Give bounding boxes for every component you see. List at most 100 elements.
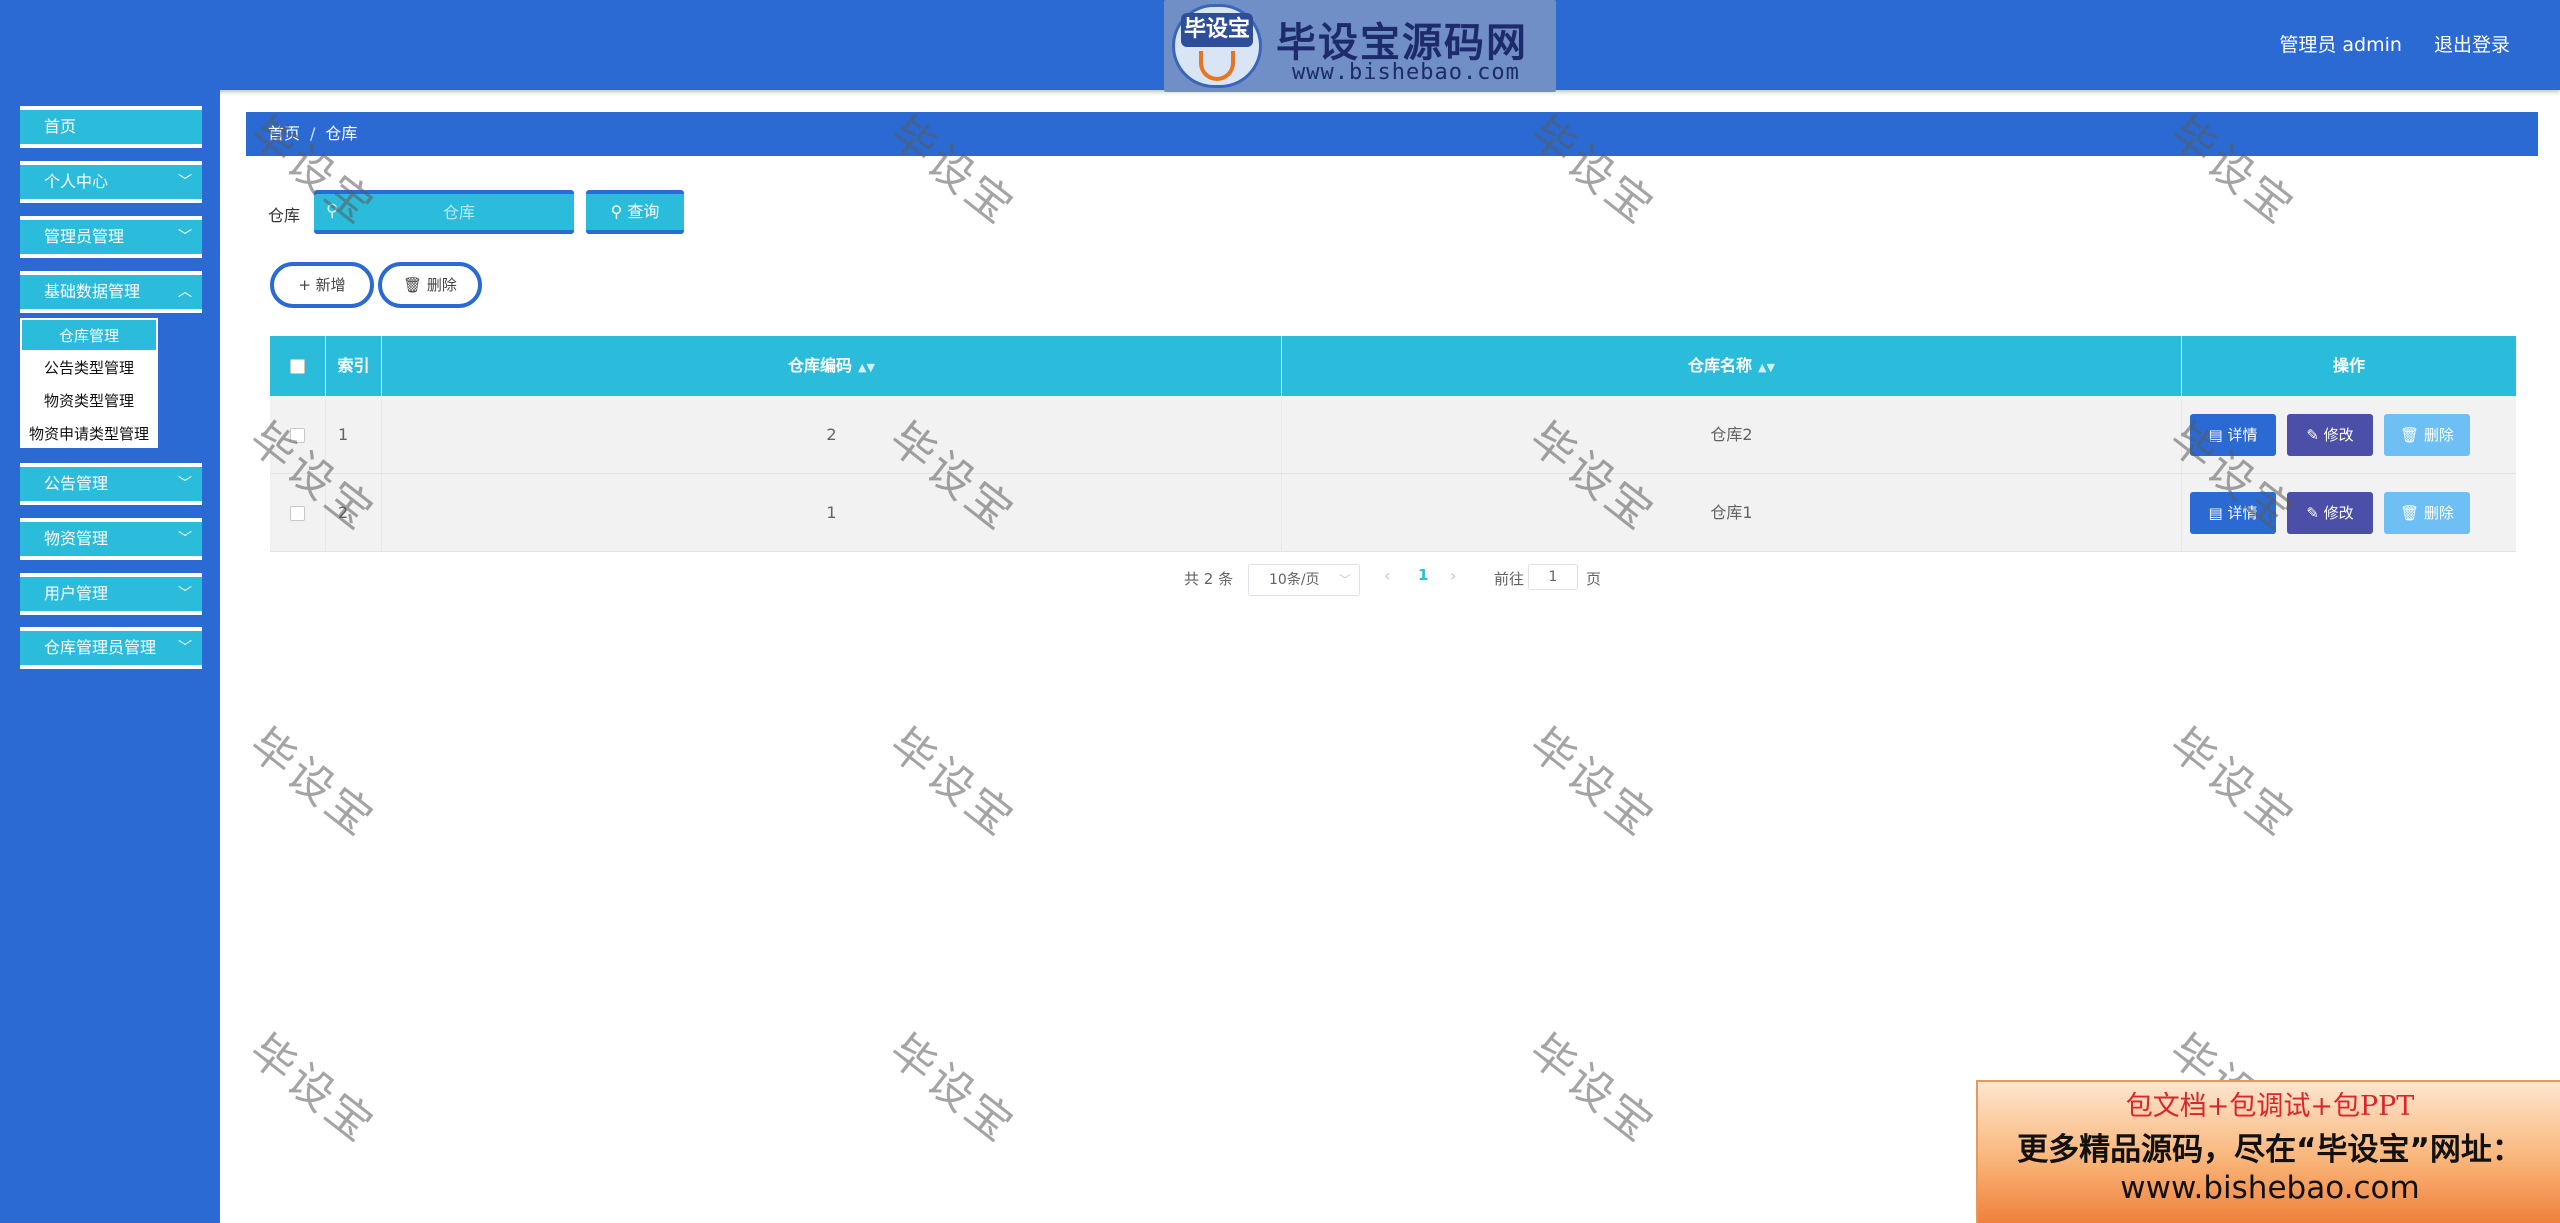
sidebar-item-notice[interactable]: 公告管理 ﹀	[20, 463, 202, 505]
submenu-item-material-apply-type[interactable]: 物资申请类型管理	[20, 418, 158, 450]
search-icon: ⚲	[326, 201, 339, 221]
sidebar-item-label: 首页	[44, 117, 77, 136]
submenu-item-material-type[interactable]: 物资类型管理	[20, 385, 158, 417]
delete-label: 删除	[2423, 426, 2454, 444]
watermark: 毕设宝	[879, 718, 1025, 848]
row-select-cell	[270, 474, 326, 552]
watermark: 毕设宝	[239, 718, 385, 848]
promo-banner: 包文档+包调试+包PPT 更多精品源码，尽在“毕设宝”网址： www.bishe…	[1976, 1080, 2560, 1223]
logout-link[interactable]: 退出登录	[2434, 34, 2510, 56]
logo-url: www.bishebao.com	[1292, 60, 1520, 85]
watermark: 毕设宝	[879, 1024, 1025, 1154]
add-button[interactable]: + 新增	[270, 262, 374, 308]
pagination-total: 共 2 条	[1184, 570, 1234, 588]
sidebar: 首页 个人中心 ﹀ 管理员管理 ﹀ 基础数据管理 ︿ 仓库管理 公告类型管理 物…	[0, 90, 220, 1223]
select-all-cell	[270, 336, 326, 396]
edit-button[interactable]: ✎ 修改	[2287, 414, 2373, 456]
page-number-current[interactable]: 1	[1418, 566, 1428, 584]
search-input[interactable]	[354, 194, 564, 230]
page-size-value: 10条/页	[1269, 572, 1320, 588]
goto-page-input[interactable]	[1528, 564, 1578, 590]
watermark: 毕设宝	[1519, 1024, 1665, 1154]
cell-actions: ▤ 详情 ✎ 修改 🗑 删除	[2182, 474, 2516, 552]
breadcrumb-home[interactable]: 首页	[268, 124, 300, 143]
submenu-item-notice-type[interactable]: 公告类型管理	[20, 352, 158, 384]
goto-suffix: 页	[1586, 570, 1602, 588]
site-logo: 毕设宝 毕设宝源码网 www.bishebao.com	[1164, 0, 1556, 92]
sidebar-item-label: 公告管理	[44, 474, 109, 493]
sort-icon[interactable]: ▲▼	[1758, 361, 1775, 374]
query-button[interactable]: ⚲ 查询	[586, 190, 684, 234]
pencil-icon: ✎	[2306, 426, 2319, 444]
sidebar-item-home[interactable]: 首页	[20, 106, 202, 148]
cell-name: 仓库2	[1282, 396, 2182, 474]
column-header-name[interactable]: 仓库名称 ▲▼	[1282, 336, 2182, 396]
sidebar-item-label: 管理员管理	[44, 227, 125, 246]
sidebar-item-label: 用户管理	[44, 584, 109, 603]
edit-button[interactable]: ✎ 修改	[2287, 492, 2373, 534]
table-row: 2 1 仓库1 ▤ 详情 ✎ 修改 🗑 删除	[270, 474, 2516, 552]
delete-button[interactable]: 🗑 删除	[2384, 414, 2470, 456]
edit-label: 修改	[2323, 504, 2354, 522]
search-field[interactable]: ⚲	[314, 190, 574, 234]
sidebar-item-warehouse-admin[interactable]: 仓库管理员管理 ﹀	[20, 627, 202, 669]
chevron-down-icon: ﹀	[1338, 573, 1351, 587]
chevron-up-icon: ︿	[178, 284, 192, 300]
current-user-label: 管理员 admin	[2279, 34, 2402, 56]
document-icon: ▤	[2208, 504, 2223, 522]
add-label: 新增	[315, 276, 346, 294]
detail-button[interactable]: ▤ 详情	[2190, 414, 2276, 456]
prev-page-icon[interactable]: ‹	[1384, 566, 1390, 585]
breadcrumb: 首页 / 仓库	[246, 112, 2538, 156]
cell-index: 1	[326, 396, 382, 474]
sidebar-item-profile[interactable]: 个人中心 ﹀	[20, 161, 202, 203]
column-header-label: 仓库名称	[1688, 356, 1753, 375]
sidebar-item-label: 仓库管理员管理	[44, 638, 157, 657]
sort-icon[interactable]: ▲▼	[858, 361, 875, 374]
sidebar-item-material[interactable]: 物资管理 ﹀	[20, 518, 202, 560]
cell-name: 仓库1	[1282, 474, 2182, 552]
chevron-down-icon: ﹀	[178, 586, 192, 602]
delete-label: 删除	[2423, 504, 2454, 522]
row-select-cell	[270, 396, 326, 474]
trash-icon: 🗑	[2400, 426, 2420, 444]
search-label: 仓库	[268, 206, 301, 225]
chevron-down-icon: ﹀	[178, 174, 192, 190]
promo-line-1: 包文档+包调试+包PPT	[2125, 1091, 2415, 1122]
select-all-checkbox[interactable]	[290, 359, 305, 374]
trash-icon: 🗑	[403, 276, 423, 294]
cell-code: 1	[382, 474, 1282, 552]
chevron-down-icon: ﹀	[178, 531, 192, 547]
pencil-icon: ✎	[2306, 504, 2319, 522]
document-icon: ▤	[2208, 426, 2223, 444]
detail-label: 详情	[2227, 504, 2258, 522]
watermark: 毕设宝	[239, 1024, 385, 1154]
delete-label: 删除	[426, 276, 457, 294]
trash-icon: 🗑	[2400, 504, 2420, 522]
row-checkbox[interactable]	[290, 428, 305, 443]
table-header: 索引 仓库编码 ▲▼ 仓库名称 ▲▼ 操作	[270, 336, 2516, 396]
top-bar: 毕设宝 毕设宝源码网 www.bishebao.com 管理员 admin 退出…	[0, 0, 2560, 92]
page-size-select[interactable]: 10条/页 ﹀	[1248, 564, 1360, 596]
submenu-base-data: 仓库管理 公告类型管理 物资类型管理 物资申请类型管理	[20, 318, 158, 448]
row-checkbox[interactable]	[290, 506, 305, 521]
breadcrumb-current: 仓库	[325, 124, 358, 143]
chevron-down-icon: ﹀	[178, 476, 192, 492]
batch-delete-button[interactable]: 🗑 删除	[378, 262, 482, 308]
next-page-icon[interactable]: ›	[1450, 566, 1456, 585]
edit-label: 修改	[2323, 426, 2354, 444]
cell-actions: ▤ 详情 ✎ 修改 🗑 删除	[2182, 396, 2516, 474]
detail-button[interactable]: ▤ 详情	[2190, 492, 2276, 534]
column-header-code[interactable]: 仓库编码 ▲▼	[382, 336, 1282, 396]
logo-emblem-text: 毕设宝	[1181, 13, 1253, 47]
sidebar-item-users[interactable]: 用户管理 ﹀	[20, 573, 202, 615]
sidebar-item-admin[interactable]: 管理员管理 ﹀	[20, 216, 202, 258]
sidebar-item-base-data[interactable]: 基础数据管理 ︿	[20, 271, 202, 313]
goto-prefix: 前往	[1494, 570, 1525, 588]
logo-emblem-icon: 毕设宝	[1172, 4, 1262, 88]
submenu-item-warehouse[interactable]: 仓库管理	[22, 320, 156, 350]
column-header-actions: 操作	[2332, 356, 2365, 375]
delete-button[interactable]: 🗑 删除	[2384, 492, 2470, 534]
search-icon: ⚲	[610, 202, 623, 221]
table-row: 1 2 仓库2 ▤ 详情 ✎ 修改 🗑 删除	[270, 396, 2516, 474]
